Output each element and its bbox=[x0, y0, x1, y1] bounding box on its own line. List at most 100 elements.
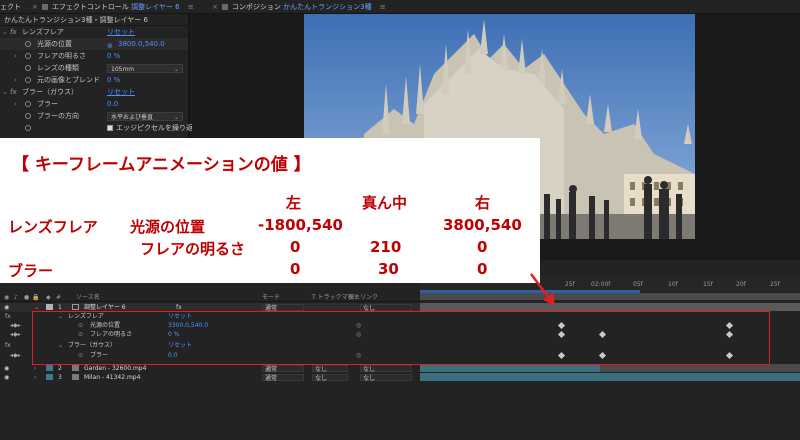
keyframe-nav-icon[interactable]: ◂◆▸ bbox=[10, 351, 21, 360]
stopwatch-icon[interactable] bbox=[25, 77, 31, 83]
audio-icon[interactable]: ♪ bbox=[14, 293, 18, 302]
keyframe-nav-icon[interactable]: ◂◆▸ bbox=[10, 330, 21, 339]
label-column-icon[interactable]: ◆ bbox=[46, 293, 51, 302]
chevron-right-icon[interactable]: › bbox=[14, 74, 17, 86]
value-right: 0 bbox=[477, 238, 488, 256]
prop-blend[interactable]: › 元の画像とブレンド 0 % bbox=[0, 74, 188, 86]
effect-controls-header: かんたんトランジション3種・調整レイヤー 6 bbox=[0, 14, 188, 26]
chevron-right-icon[interactable]: › bbox=[34, 364, 36, 373]
lock-icon[interactable] bbox=[41, 4, 48, 10]
eye-icon[interactable]: ◉ bbox=[4, 293, 9, 302]
reset-link[interactable]: リセット bbox=[107, 26, 135, 38]
track-matte-dropdown[interactable]: なし bbox=[312, 365, 348, 373]
chevron-down-icon: ⌄ bbox=[173, 66, 179, 73]
chevron-down-icon[interactable]: ⌄ bbox=[2, 26, 8, 38]
fx-icon[interactable]: fx bbox=[10, 86, 17, 98]
layer-name[interactable]: Garden - 32600.mp4 bbox=[84, 364, 146, 373]
prop-flare-brightness[interactable]: › フレアの明るさ 0 % bbox=[0, 50, 188, 62]
tab-composition-name: かんたんトランジション3種 bbox=[283, 3, 372, 11]
mode-dropdown[interactable]: 通常 bbox=[262, 374, 304, 382]
stopwatch-icon[interactable] bbox=[25, 65, 31, 71]
prop-lens-type[interactable]: レンズの種類 105mm ⌄ bbox=[0, 62, 188, 74]
layer-row[interactable]: ◉ › 3 Milan - 41342.mp4 通常 なし なし bbox=[0, 373, 420, 382]
value-left: 0 bbox=[290, 260, 301, 278]
keyframe-nav-icon[interactable]: ◂◆▸ bbox=[10, 321, 21, 330]
label-color-swatch[interactable] bbox=[46, 365, 53, 371]
label-color-swatch[interactable] bbox=[46, 374, 53, 380]
prop-value[interactable]: 0.0 bbox=[107, 98, 118, 110]
layer-row[interactable]: ◉ › 2 Garden - 32600.mp4 通常 なし なし bbox=[0, 364, 420, 373]
chevron-down-icon[interactable]: ⌄ bbox=[2, 86, 8, 98]
number-column-icon[interactable]: # bbox=[56, 293, 61, 302]
prop-label: ブラーの方向 bbox=[37, 112, 79, 120]
row-prop-label: フレアの明るさ bbox=[140, 240, 246, 258]
eye-icon[interactable]: ◉ bbox=[4, 364, 9, 373]
stopwatch-icon[interactable] bbox=[25, 113, 31, 119]
tab-effect-controls[interactable]: × エフェクトコントロール 調整レイヤー 6 ≡ bbox=[32, 2, 194, 13]
row-effect-label: ブラー bbox=[8, 262, 54, 280]
stopwatch-icon[interactable] bbox=[25, 53, 31, 59]
solo-icon[interactable]: ● bbox=[24, 293, 29, 302]
effect-lens-flare[interactable]: ⌄ fx レンズフレア リセット bbox=[0, 26, 188, 38]
col-parent-link[interactable]: 親とリンク bbox=[348, 293, 378, 302]
parent-dropdown[interactable]: なし bbox=[360, 374, 412, 382]
stopwatch-icon[interactable] bbox=[25, 125, 31, 131]
mode-dropdown[interactable]: 通常 bbox=[262, 365, 304, 373]
reset-link[interactable]: リセット bbox=[107, 86, 135, 98]
keyframe-values-annotation: 【 キーフレームアニメーションの値 】 左 真ん中 右 レンズフレア 光源の位置… bbox=[0, 138, 540, 283]
prop-blur-direction[interactable]: ブラーの方向 水平および垂直 ⌄ bbox=[0, 110, 188, 122]
work-area-bar[interactable] bbox=[420, 293, 800, 300]
prop-value[interactable]: 0 % bbox=[107, 50, 120, 62]
fx-icon: fx bbox=[5, 342, 11, 349]
value-left: -1800,540 bbox=[258, 216, 343, 234]
col-mode[interactable]: モード bbox=[262, 293, 280, 302]
prop-flare-center[interactable]: 光源の位置 ⊕ 3800.0,540.0 bbox=[0, 38, 188, 50]
layer-bar[interactable] bbox=[420, 373, 800, 381]
eye-icon[interactable]: ◉ bbox=[4, 303, 9, 312]
close-icon[interactable]: × bbox=[32, 3, 38, 11]
prop-blurriness[interactable]: › ブラー 0.0 bbox=[0, 98, 188, 110]
prop-value[interactable]: 3800.0,540.0 bbox=[118, 38, 165, 50]
tab-effect-controls-layer: 調整レイヤー 6 bbox=[131, 3, 180, 11]
adjustment-layer-icon bbox=[72, 304, 79, 310]
parent-dropdown[interactable]: なし bbox=[360, 304, 412, 312]
chevron-right-icon[interactable]: › bbox=[14, 98, 17, 110]
mode-dropdown[interactable]: 通常 bbox=[262, 304, 304, 312]
ruler-tick-label: 25f bbox=[565, 281, 575, 288]
layer-name[interactable]: Milan - 41342.mp4 bbox=[84, 373, 140, 382]
fx-icon: fx bbox=[5, 313, 11, 320]
stopwatch-icon[interactable] bbox=[25, 101, 31, 107]
blur-direction-dropdown[interactable]: 水平および垂直 ⌄ bbox=[107, 112, 183, 121]
layer-bar[interactable] bbox=[420, 364, 600, 372]
lock-icon[interactable] bbox=[221, 4, 228, 10]
checkbox-label: エッジピクセルを繰り返 bbox=[116, 124, 193, 132]
effect-name: レンズフレア bbox=[22, 28, 64, 36]
layer-bar[interactable] bbox=[420, 303, 800, 311]
prop-repeat-edge[interactable]: エッジピクセルを繰り返 bbox=[0, 122, 193, 134]
ruler-tick-label: 10f bbox=[668, 281, 678, 288]
chevron-right-icon[interactable]: › bbox=[14, 50, 17, 62]
track-matte-dropdown[interactable]: なし bbox=[312, 374, 348, 382]
lock-column-icon[interactable]: 🔒 bbox=[32, 293, 39, 302]
col-source-name[interactable]: ソース名 bbox=[76, 293, 100, 302]
eye-icon[interactable]: ◉ bbox=[4, 373, 9, 382]
lens-type-dropdown[interactable]: 105mm ⌄ bbox=[107, 64, 183, 73]
label-color-swatch[interactable] bbox=[46, 304, 53, 310]
effect-blur[interactable]: ⌄ fx ブラー（ガウス） リセット bbox=[0, 86, 188, 98]
chevron-right-icon[interactable]: › bbox=[34, 373, 36, 382]
repeat-edge-checkbox[interactable] bbox=[107, 125, 113, 131]
parent-dropdown[interactable]: なし bbox=[360, 365, 412, 373]
fx-icon[interactable]: fx bbox=[10, 26, 17, 38]
menu-icon[interactable]: ≡ bbox=[380, 3, 386, 11]
stopwatch-icon[interactable] bbox=[25, 41, 31, 47]
layer-bar[interactable] bbox=[600, 364, 800, 372]
tab-effect-controls-label: エフェクトコントロール bbox=[51, 3, 129, 11]
tab-project[interactable]: ェクト bbox=[0, 2, 21, 13]
close-icon[interactable]: × bbox=[212, 3, 218, 11]
menu-icon[interactable]: ≡ bbox=[188, 3, 194, 11]
panel-tab-bar: ェクト × エフェクトコントロール 調整レイヤー 6 ≡ × コンポジション かんた… bbox=[0, 0, 800, 14]
prop-value[interactable]: 0 % bbox=[107, 74, 120, 86]
value-left: 0 bbox=[290, 238, 301, 256]
chevron-down-icon: ⌄ bbox=[173, 114, 179, 121]
tab-composition[interactable]: × コンポジション かんたんトランジション3種 ≡ bbox=[212, 2, 386, 13]
